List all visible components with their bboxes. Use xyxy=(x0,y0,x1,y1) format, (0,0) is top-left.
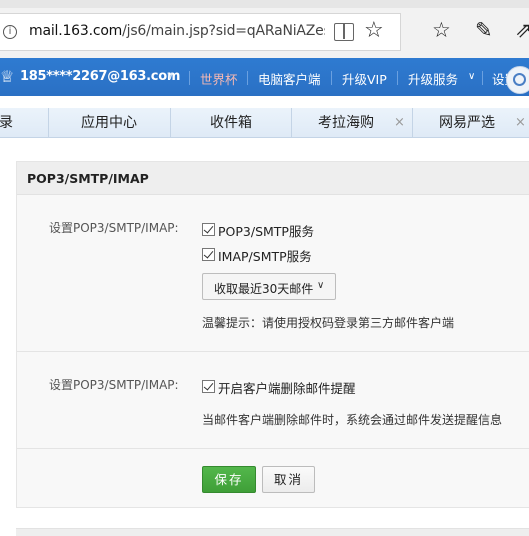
delete-alert-description: 当邮件客户端删除邮件时，系统会通过邮件发送提醒信息 xyxy=(202,413,503,427)
tab-label: 考拉海购 xyxy=(318,115,374,131)
favorite-star-icon[interactable]: ☆ xyxy=(364,18,384,43)
share-icon[interactable]: ⇗ xyxy=(515,18,529,42)
chevron-down-icon[interactable]: ∨ xyxy=(468,71,475,82)
imap-label[interactable]: IMAP/SMTP服务 xyxy=(218,246,312,265)
search-icon[interactable] xyxy=(506,66,529,94)
url-host: mail.163.com xyxy=(29,23,123,39)
imap-checkbox[interactable] xyxy=(202,248,215,261)
divider xyxy=(17,448,529,449)
fetch-range-select[interactable]: 收取最近30天邮件 ∨ xyxy=(202,273,336,300)
tab-label: 录 xyxy=(0,115,13,131)
nav-upgrade-service[interactable]: 升级服务 xyxy=(408,69,458,88)
nav-separator xyxy=(247,71,248,85)
pen-notes-icon[interactable]: ✎ xyxy=(475,18,493,42)
save-button[interactable]: 保存 xyxy=(202,466,256,493)
crown-icon: ♕ xyxy=(0,67,15,86)
nav-upgrade-vip[interactable]: 升级VIP xyxy=(342,69,387,88)
nav-separator xyxy=(482,71,483,85)
row-label: 设置POP3/SMTP/IMAP: xyxy=(49,378,179,392)
mail-header: ♕ 185****2267@163.com ∨ 世界杯 电脑客户端 升级VIP … xyxy=(0,58,529,96)
pop3-checkbox[interactable] xyxy=(202,223,215,236)
tab-kaola[interactable]: 考拉海购 × xyxy=(291,108,412,138)
close-icon[interactable]: × xyxy=(394,108,405,138)
tab-label: 收件箱 xyxy=(210,115,252,131)
delete-alert-label[interactable]: 开启客户端删除邮件提醒 xyxy=(218,378,356,397)
tab-contacts[interactable]: 录 xyxy=(0,108,48,138)
url-path: /js6/main.jsp?sid=qARaNiAZespUAKvnj xyxy=(122,23,325,39)
info-icon[interactable]: i xyxy=(3,25,17,39)
main-content: POP3/SMTP/IMAP 设置POP3/SMTP/IMAP: POP3/SM… xyxy=(0,139,529,536)
chevron-down-icon: ∨ xyxy=(317,280,325,291)
nav-separator xyxy=(331,71,332,85)
divider xyxy=(17,351,529,352)
close-icon[interactable]: × xyxy=(515,108,526,138)
address-bar[interactable]: i mail.163.com/js6/main.jsp?sid=qARaNiAZ… xyxy=(0,13,401,51)
panel-title: POP3/SMTP/IMAP xyxy=(27,171,149,186)
browser-tab-strip xyxy=(0,0,529,8)
nav-separator xyxy=(189,71,190,85)
nav-world-cup[interactable]: 世界杯 xyxy=(200,69,238,88)
favorites-list-icon[interactable]: ☆ xyxy=(432,18,451,42)
tab-yanxuan[interactable]: 网易严选 × xyxy=(412,108,529,138)
fetch-range-value: 收取最近30天邮件 xyxy=(214,282,314,296)
chevron-down-icon[interactable]: ∨ xyxy=(166,69,174,82)
reading-view-icon[interactable] xyxy=(334,23,354,41)
tab-bar: 录 应用中心 收件箱 考拉海购 × 网易严选 × xyxy=(0,108,529,138)
delete-alert-checkbox[interactable] xyxy=(202,380,215,393)
nav-desktop-client[interactable]: 电脑客户端 xyxy=(258,69,321,88)
settings-panel: POP3/SMTP/IMAP 设置POP3/SMTP/IMAP: POP3/SM… xyxy=(16,161,529,508)
tab-label: 应用中心 xyxy=(81,115,137,131)
browser-toolbar: i mail.163.com/js6/main.jsp?sid=qARaNiAZ… xyxy=(0,0,529,58)
account-name[interactable]: 185****2267@163.com xyxy=(20,69,180,84)
panel-header: POP3/SMTP/IMAP xyxy=(17,162,529,195)
tab-inbox[interactable]: 收件箱 xyxy=(170,108,291,138)
tab-app-center[interactable]: 应用中心 xyxy=(48,108,170,138)
auth-code-hint: 温馨提示：请使用授权码登录第三方邮件客户端 xyxy=(202,316,455,330)
pop3-label[interactable]: POP3/SMTP服务 xyxy=(218,221,314,240)
cancel-button[interactable]: 取消 xyxy=(262,466,315,493)
nav-separator xyxy=(397,71,398,85)
tab-label: 网易严选 xyxy=(439,115,495,131)
url-text[interactable]: mail.163.com/js6/main.jsp?sid=qARaNiAZes… xyxy=(29,23,325,39)
row-label: 设置POP3/SMTP/IMAP: xyxy=(49,221,179,235)
